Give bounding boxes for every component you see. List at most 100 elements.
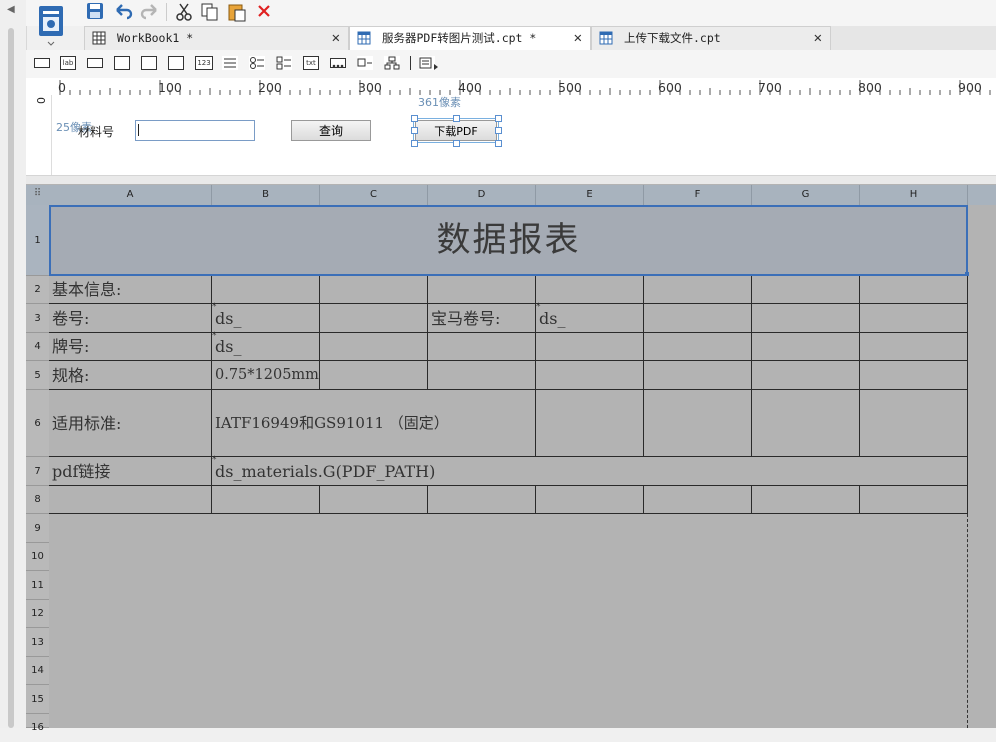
cell-g6[interactable] <box>752 390 860 457</box>
query-button[interactable]: 查询 <box>291 120 371 141</box>
resize-handle[interactable] <box>495 140 502 147</box>
column-header[interactable]: D <box>428 185 536 205</box>
cell-f3[interactable] <box>644 304 752 333</box>
redo-icon[interactable] <box>140 2 160 20</box>
column-header[interactable]: C <box>320 185 428 205</box>
cell-a5[interactable]: 规格: <box>49 361 212 390</box>
cell-a6[interactable]: 适用标准: <box>49 390 212 457</box>
row-header[interactable]: 10 <box>26 543 49 571</box>
row-header[interactable]: 12 <box>26 600 49 628</box>
column-header[interactable]: F <box>644 185 752 205</box>
tab-workbook1[interactable]: WorkBook1 * ✕ <box>84 26 349 50</box>
cell-g3[interactable] <box>752 304 860 333</box>
tab-server-pdf[interactable]: 服务器PDF转图片测试.cpt * ✕ <box>349 26 591 50</box>
resize-handle[interactable] <box>495 115 502 122</box>
close-icon[interactable]: ✕ <box>814 27 822 50</box>
row-header[interactable]: 9 <box>26 514 49 543</box>
column-header[interactable]: A <box>49 185 212 205</box>
cell-e6[interactable] <box>536 390 644 457</box>
cell-f6[interactable] <box>644 390 752 457</box>
cell-e8[interactable] <box>536 486 644 514</box>
row-header[interactable]: 11 <box>26 571 49 600</box>
textarea-widget-icon[interactable]: txt <box>303 56 319 70</box>
textfield-widget-icon[interactable] <box>87 58 103 68</box>
cell-c5[interactable] <box>320 361 428 390</box>
cell-h4[interactable] <box>860 333 968 361</box>
cell-c8[interactable] <box>320 486 428 514</box>
cell-a4[interactable]: 牌号: <box>49 333 212 361</box>
cell-f8[interactable] <box>644 486 752 514</box>
copy-icon[interactable] <box>200 2 220 22</box>
tab-upload-download[interactable]: 上传下载文件.cpt ✕ <box>591 26 831 50</box>
cell-a3[interactable]: 卷号: <box>49 304 212 333</box>
cell-b5[interactable]: 0.75*1205mm <box>212 361 320 390</box>
cell-h2[interactable] <box>860 276 968 304</box>
cell-e4[interactable] <box>536 333 644 361</box>
download-pdf-button[interactable]: 下载PDF <box>415 120 497 141</box>
cell-b7-merged[interactable]: ds_materials.G(PDF_PATH) <box>212 457 968 486</box>
cell-c2[interactable] <box>320 276 428 304</box>
cell-b6-merged[interactable]: IATF16949和GS91011 （固定） <box>212 390 536 457</box>
cell-a2[interactable]: 基本信息: <box>49 276 212 304</box>
cell-c3[interactable] <box>320 304 428 333</box>
collapse-arrow-icon[interactable]: ◀ <box>7 4 15 15</box>
cell-g2[interactable] <box>752 276 860 304</box>
column-header[interactable]: H <box>860 185 968 205</box>
cell-d2[interactable] <box>428 276 536 304</box>
checkbox-group-icon[interactable] <box>276 56 292 70</box>
cell-a8[interactable] <box>49 486 212 514</box>
undo-icon[interactable] <box>113 2 133 20</box>
more-widgets-icon[interactable] <box>419 56 438 70</box>
radio-group-icon[interactable] <box>249 56 265 70</box>
cell-f4[interactable] <box>644 333 752 361</box>
cell-e2[interactable] <box>536 276 644 304</box>
resize-handle[interactable] <box>411 115 418 122</box>
combo-widget-icon[interactable] <box>114 56 130 70</box>
calendar-widget-icon[interactable] <box>168 56 184 70</box>
save-icon[interactable] <box>86 2 104 20</box>
row-header[interactable]: 3 <box>26 304 49 333</box>
resize-handle[interactable] <box>453 140 460 147</box>
password-widget-icon[interactable] <box>330 58 346 68</box>
row-header[interactable]: 2 <box>26 276 49 304</box>
resize-handle[interactable] <box>495 127 502 134</box>
cut-icon[interactable] <box>174 2 194 22</box>
cell-b3[interactable]: ds_ <box>212 304 320 333</box>
list-widget-icon[interactable] <box>222 56 238 70</box>
cell-d4[interactable] <box>428 333 536 361</box>
column-header[interactable]: G <box>752 185 860 205</box>
column-header[interactable]: B <box>212 185 320 205</box>
cell-b8[interactable] <box>212 486 320 514</box>
report-title-cell[interactable]: 数据报表 <box>49 205 968 276</box>
cell-d5[interactable] <box>428 361 536 390</box>
cell-g5[interactable] <box>752 361 860 390</box>
material-number-input[interactable] <box>135 120 255 141</box>
row-header[interactable]: 13 <box>26 628 49 657</box>
cell-c4[interactable] <box>320 333 428 361</box>
cell-d3[interactable]: 宝马卷号: <box>428 304 536 333</box>
tree-widget-icon[interactable] <box>384 56 400 70</box>
cell-a7[interactable]: pdf链接 <box>49 457 212 486</box>
row-header[interactable]: 16 <box>26 714 49 733</box>
cell-b2[interactable] <box>212 276 320 304</box>
cell-f2[interactable] <box>644 276 752 304</box>
cell-d8[interactable] <box>428 486 536 514</box>
cell-g4[interactable] <box>752 333 860 361</box>
row-header[interactable]: 4 <box>26 333 49 361</box>
resize-handle[interactable] <box>453 115 460 122</box>
paste-icon[interactable] <box>227 2 247 22</box>
resize-handle[interactable] <box>411 127 418 134</box>
cell-h5[interactable] <box>860 361 968 390</box>
cell-f5[interactable] <box>644 361 752 390</box>
row-header[interactable]: 15 <box>26 685 49 714</box>
row-header[interactable]: 7 <box>26 457 49 486</box>
close-icon[interactable]: ✕ <box>332 27 340 50</box>
cell-h8[interactable] <box>860 486 968 514</box>
cell-e5[interactable] <box>536 361 644 390</box>
row-header[interactable]: 8 <box>26 486 49 514</box>
cell-h6[interactable] <box>860 390 968 457</box>
resize-handle[interactable] <box>411 140 418 147</box>
select-all-corner[interactable]: ⠿ <box>26 185 49 205</box>
vertical-scrollbar[interactable] <box>8 28 14 728</box>
cell-e3[interactable]: ds_ <box>536 304 644 333</box>
